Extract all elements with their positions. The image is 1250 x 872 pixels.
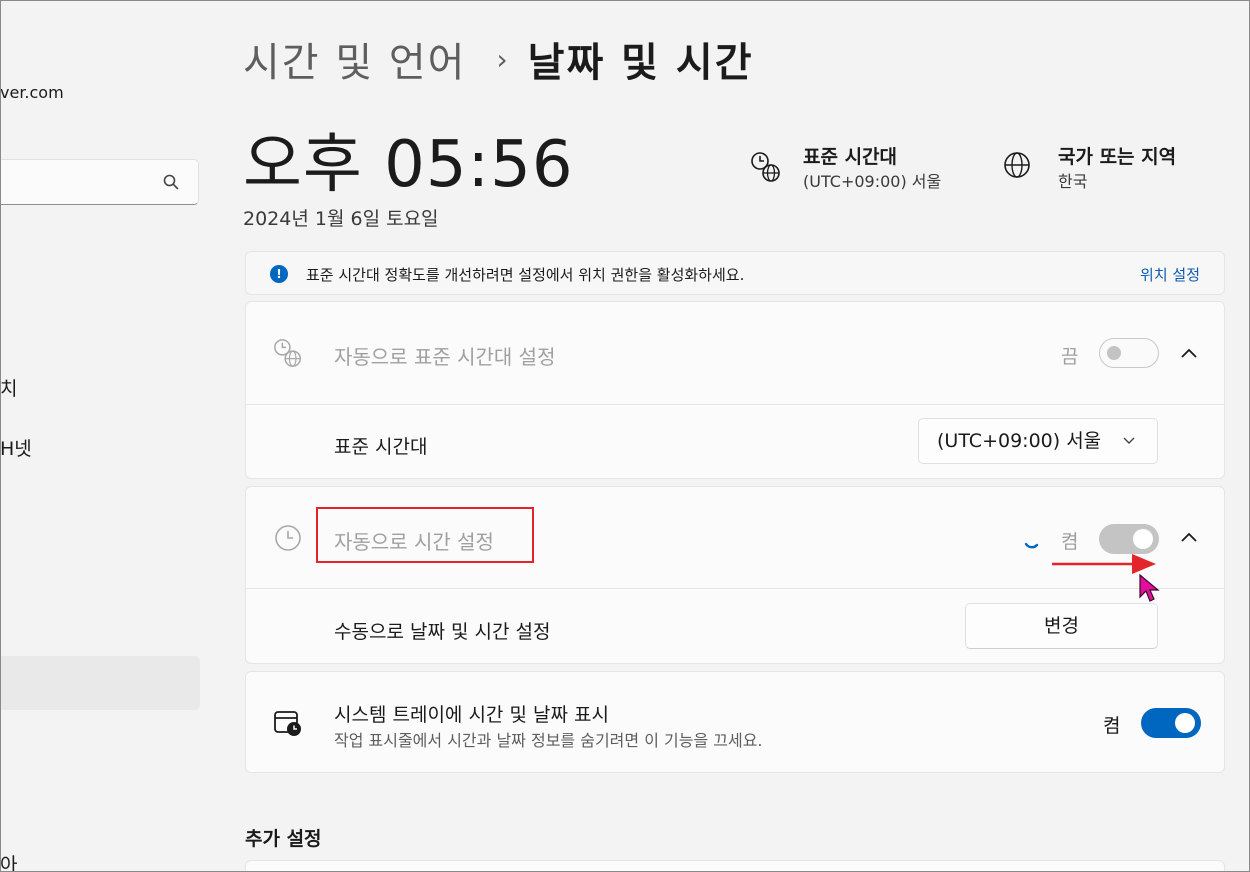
account-email: ver.com: [0, 83, 64, 102]
breadcrumb-parent[interactable]: 시간 및 언어: [243, 30, 466, 88]
calendar-clock-icon: [274, 711, 301, 736]
timezone-info: 표준 시간대 (UTC+09:00) 서울: [749, 144, 941, 194]
tray-toggle[interactable]: [1141, 708, 1201, 738]
sidebar-item-other[interactable]: 아: [0, 850, 17, 872]
chevron-up-icon[interactable]: [1180, 347, 1198, 359]
timezone-dropdown-value: (UTC+09:00) 서울: [937, 430, 1102, 452]
auto-timezone-state: 끔: [1061, 346, 1079, 368]
breadcrumb-separator: ›: [496, 42, 508, 76]
auto-timezone-label: 자동으로 표준 시간대 설정: [334, 345, 556, 369]
tray-subtitle: 작업 표시줄에서 시간과 날짜 정보를 숨기려면 이 기능을 끄세요.: [334, 731, 763, 750]
loading-spinner-icon: [1024, 542, 1039, 549]
timezone-globe-clock-icon: [751, 152, 780, 182]
change-button[interactable]: 변경: [965, 603, 1158, 649]
notice-message: 표준 시간대 정확도를 개선하려면 설정에서 위치 권한을 활성화하세요.: [306, 266, 745, 284]
sidebar-item-privacy[interactable]: 치: [0, 374, 17, 401]
globe-icon: [1004, 152, 1030, 178]
timezone-value: (UTC+09:00) 서울: [803, 172, 942, 191]
location-permission-notice: ! 표준 시간대 정확도를 개선하려면 설정에서 위치 권한을 활성화하세요. …: [245, 251, 1225, 295]
clock-icon: [275, 525, 301, 551]
auto-time-toggle[interactable]: [1099, 524, 1159, 554]
region-info: 국가 또는 지역 한국: [1002, 144, 1176, 194]
auto-timezone-toggle[interactable]: [1099, 338, 1159, 368]
additional-settings-card[interactable]: [245, 860, 1225, 872]
timezone-select-row: 표준 시간대 (UTC+09:00) 서울: [246, 405, 1224, 479]
auto-time-state: 켬: [1061, 531, 1079, 553]
mouse-cursor-icon: [1139, 573, 1160, 602]
info-icon: !: [270, 265, 288, 283]
timezone-globe-clock-icon: [274, 339, 301, 367]
sidebar-item-time-language-selected[interactable]: [0, 656, 200, 710]
region-title: 국가 또는 지역: [1058, 146, 1177, 168]
timezone-select-label: 표준 시간대: [334, 436, 428, 458]
page-title: 날짜 및 시간: [527, 40, 754, 86]
manual-time-row: 수동으로 날짜 및 시간 설정 변경: [246, 589, 1224, 664]
red-highlight-box: [316, 507, 534, 563]
chevron-down-icon: [1123, 437, 1135, 444]
chevron-up-icon[interactable]: [1180, 531, 1198, 543]
current-date: 2024년 1월 6일 토요일: [243, 208, 439, 230]
search-icon: [163, 174, 179, 190]
tray-state: 켬: [1103, 715, 1121, 737]
current-time: 오후 05:56: [243, 128, 574, 202]
tray-title: 시스템 트레이에 시간 및 날짜 표시: [334, 704, 609, 726]
region-value: 한국: [1058, 172, 1088, 191]
tray-card: 시스템 트레이에 시간 및 날짜 표시 작업 표시줄에서 시간과 날짜 정보를 …: [245, 671, 1225, 773]
timezone-dropdown[interactable]: (UTC+09:00) 서울: [918, 418, 1158, 464]
breadcrumb: 시간 및 언어 › 날짜 및 시간: [243, 32, 754, 86]
manual-time-label: 수동으로 날짜 및 시간 설정: [334, 621, 551, 643]
additional-settings-title: 추가 설정: [245, 828, 322, 850]
timezone-title: 표준 시간대: [803, 146, 898, 168]
settings-search-input[interactable]: [0, 159, 199, 205]
sidebar-item-network[interactable]: H넷: [0, 434, 32, 461]
auto-timezone-card: 자동으로 표준 시간대 설정 끔 표준 시간대 (UTC+09:00) 서울: [245, 301, 1225, 479]
auto-timezone-row[interactable]: 자동으로 표준 시간대 설정 끔: [246, 302, 1224, 404]
location-settings-link[interactable]: 위치 설정: [1140, 264, 1200, 285]
